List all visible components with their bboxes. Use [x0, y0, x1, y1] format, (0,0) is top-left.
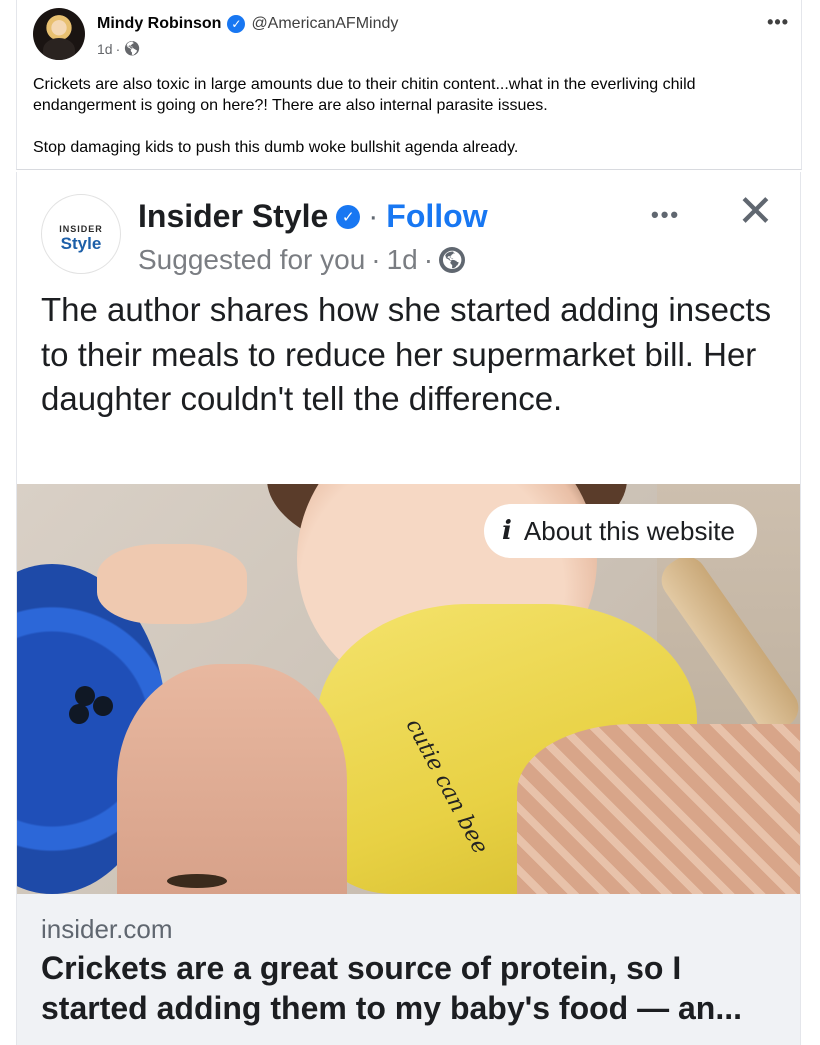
- author-row: Mindy Robinson ✓ @AmericanAFMindy: [97, 15, 398, 33]
- verified-badge-icon: ✓: [227, 15, 246, 33]
- globe-icon[interactable]: 🌎︎: [123, 40, 141, 57]
- page-row: Insider Style ✓ · Follow: [138, 198, 488, 235]
- page-name: Insider Style: [138, 198, 329, 234]
- info-icon: i: [502, 516, 512, 546]
- photo-cricket: [167, 874, 227, 888]
- author-name[interactable]: Mindy Robinson: [97, 15, 221, 33]
- post-timestamp[interactable]: 1d: [97, 41, 113, 57]
- link-domain: insider.com: [41, 914, 173, 944]
- about-this-website-pill: i About this website: [484, 504, 757, 558]
- post-text: Crickets are also toxic in large amounts…: [33, 74, 773, 179]
- post-paragraph: Stop damaging kids to push this dumb wok…: [33, 139, 519, 156]
- insider-style-logo: INSIDER Style: [41, 194, 121, 274]
- page-separator: ·: [368, 199, 379, 233]
- author-avatar[interactable]: [33, 8, 85, 60]
- shared-header: INSIDER Style Insider Style ✓ · Follow S…: [17, 172, 800, 484]
- shared-post-screenshot[interactable]: INSIDER Style Insider Style ✓ · Follow S…: [16, 172, 801, 1045]
- logo-top-text: INSIDER: [59, 224, 103, 234]
- author-handle[interactable]: @AmericanAFMindy: [251, 15, 398, 33]
- suggested-separator: ·: [423, 244, 434, 275]
- follow-link: Follow: [386, 198, 488, 234]
- verified-badge-icon: ✓: [336, 204, 361, 229]
- article-photo: cutie can bee i About this website: [17, 484, 800, 894]
- more-options-button[interactable]: •••: [767, 12, 789, 33]
- shared-more-icon: •••: [651, 202, 681, 227]
- photo-blueberry: [93, 696, 113, 716]
- globe-icon: 🌎︎: [439, 247, 466, 273]
- link-preview-footer: insider.com Crickets are a great source …: [17, 894, 800, 1045]
- photo-blueberry: [75, 686, 95, 706]
- post-card: Mindy Robinson ✓ @AmericanAFMindy 1d · 🌎…: [16, 0, 802, 170]
- suggested-separator: ·: [371, 244, 381, 275]
- shared-caption: The author shares how she started adding…: [41, 291, 772, 417]
- about-label: About this website: [523, 515, 735, 546]
- shared-timestamp: 1d: [386, 244, 418, 275]
- photo-sleeve: [517, 724, 800, 894]
- photo-baby-hand: [97, 544, 247, 624]
- meta-separator: ·: [115, 40, 121, 57]
- post-meta: 1d · 🌎︎: [97, 40, 141, 57]
- logo-bottom-text: Style: [60, 234, 102, 253]
- post-paragraph: Crickets are also toxic in large amounts…: [33, 76, 696, 114]
- suggested-row: Suggested for you · 1d · 🌎︎: [138, 244, 466, 276]
- suggested-label: Suggested for you: [138, 244, 366, 275]
- link-title: Crickets are a great source of protein, …: [41, 950, 743, 1026]
- photo-blueberry: [69, 704, 89, 724]
- photo-adult-hand: [117, 664, 347, 894]
- close-icon: ✕: [737, 187, 774, 236]
